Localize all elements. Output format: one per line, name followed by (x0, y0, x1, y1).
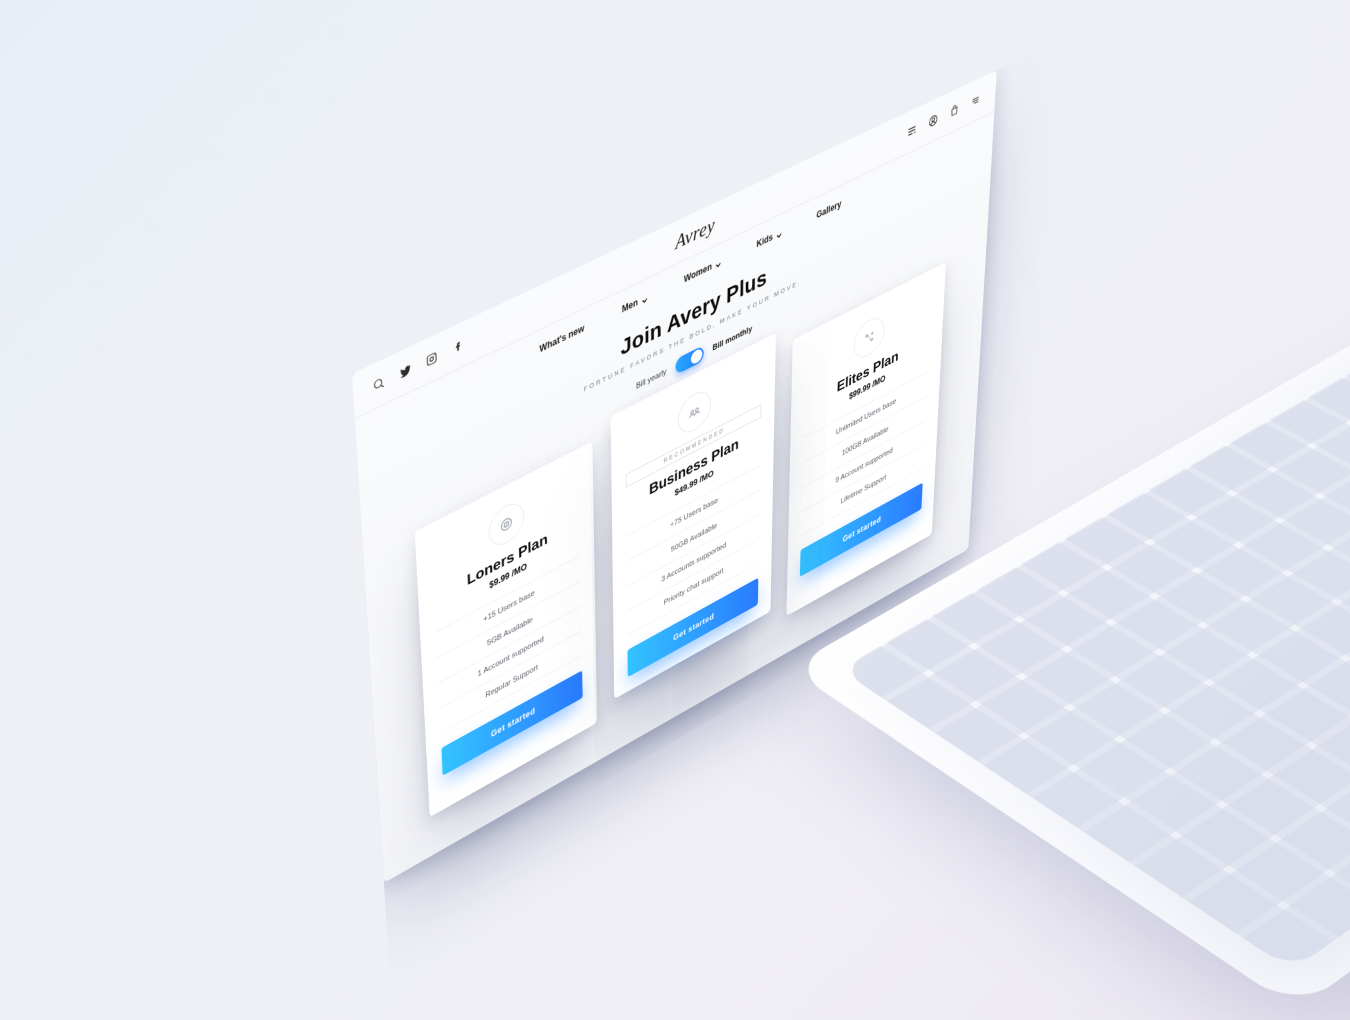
chevron-down-icon (777, 229, 782, 237)
users-icon (678, 386, 711, 439)
wishlist-icon[interactable] (906, 121, 917, 139)
twitter-icon[interactable] (398, 361, 412, 381)
chevron-down-icon (716, 259, 721, 267)
laptop-screen: Avrey (352, 70, 997, 883)
bag-icon[interactable] (949, 101, 960, 119)
facebook-icon[interactable] (451, 336, 465, 356)
strategy-icon (853, 312, 885, 363)
search-icon[interactable] (372, 374, 386, 394)
instagram-icon[interactable] (425, 349, 439, 369)
menu-icon[interactable] (970, 91, 981, 109)
nav-item-label: Men (622, 297, 638, 315)
chevron-down-icon (642, 294, 647, 303)
bill-yearly-label[interactable]: Bill yearly (636, 367, 667, 391)
plan-card-elites: Elites Plan $99.99 /MO Unlimited Users b… (786, 262, 946, 616)
account-icon[interactable] (928, 111, 939, 129)
nav-item-label: Kids (756, 231, 773, 249)
reflection-glow (939, 429, 1350, 787)
